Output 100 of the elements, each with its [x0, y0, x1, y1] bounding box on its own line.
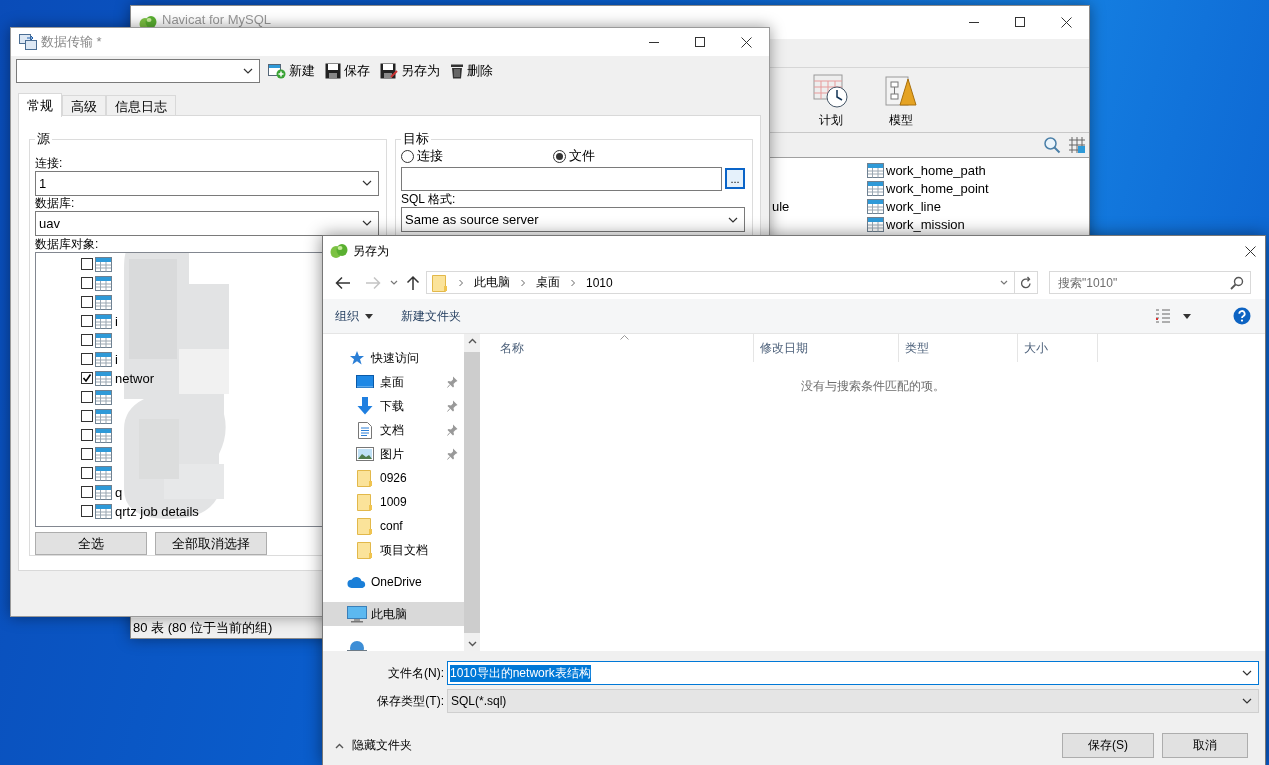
checkbox[interactable] [81, 372, 93, 385]
nav-item[interactable]: OneDrive [323, 570, 464, 594]
checkbox[interactable] [81, 391, 93, 404]
empty-message: 没有与搜索条件匹配的项。 [800, 378, 946, 395]
checkbox[interactable] [81, 486, 93, 499]
checkbox[interactable] [81, 467, 93, 480]
select-button[interactable]: 全部取消选择 [155, 532, 267, 555]
nav-item[interactable]: 项目文档 [323, 538, 464, 562]
pin-icon[interactable] [447, 400, 458, 412]
column-header[interactable]: 修改日期 [754, 334, 899, 362]
column-header[interactable]: 类型 [899, 334, 1018, 362]
file-type-dropdown[interactable]: SQL(*.sql) [447, 689, 1259, 713]
search-field[interactable]: 搜索"1010" [1049, 271, 1251, 294]
format-dropdown[interactable]: Same as source server [401, 207, 745, 232]
grid-view-icon[interactable] [1069, 137, 1085, 153]
nav-item[interactable]: 0926 [323, 466, 464, 490]
table-name[interactable]: networ [115, 370, 155, 386]
pin-icon[interactable] [447, 376, 458, 388]
checkbox[interactable] [81, 505, 93, 518]
caret-up-icon [335, 742, 344, 749]
nav-item[interactable]: 1009 [323, 490, 464, 514]
toolbar-button[interactable]: 新建文件夹 [401, 307, 461, 325]
browse-button[interactable]: ... [725, 168, 745, 189]
search-icon[interactable] [1230, 276, 1244, 290]
close-button[interactable] [1244, 245, 1256, 257]
table-name[interactable]: i [115, 351, 118, 367]
back-arrow-icon[interactable] [335, 275, 351, 290]
checkbox[interactable] [81, 410, 93, 423]
chevron-down-icon[interactable] [1242, 670, 1252, 676]
tab[interactable]: 高级 [62, 95, 106, 117]
caret-icon [365, 313, 373, 319]
pin-icon[interactable] [447, 424, 458, 436]
toolbar-button[interactable]: 计划 [796, 68, 866, 132]
table-icon [95, 503, 112, 519]
maximize-button[interactable] [695, 36, 705, 47]
toolbar-button[interactable]: 保存 [325, 62, 370, 80]
radio-button[interactable] [553, 149, 566, 163]
hide-folders-toggle[interactable]: 隐藏文件夹 [335, 737, 412, 754]
up-arrow-icon[interactable] [406, 274, 420, 291]
toolbar-button[interactable]: 新建 [268, 62, 315, 80]
checkbox[interactable] [81, 296, 93, 309]
database-dropdown[interactable]: uav [35, 210, 379, 236]
save-button[interactable]: 保存(S) [1062, 733, 1154, 758]
checkbox[interactable] [81, 429, 93, 442]
radio-label[interactable]: 连接 [417, 147, 443, 165]
radio-label[interactable]: 文件 [569, 147, 595, 165]
pin-icon[interactable] [447, 448, 458, 460]
refresh-icon[interactable] [1020, 276, 1032, 289]
select-button[interactable]: 全选 [35, 532, 147, 555]
cancel-button[interactable]: 取消 [1162, 733, 1248, 758]
organize-menu[interactable]: 组织 [335, 307, 373, 325]
table-name[interactable]: work_home_path [886, 162, 986, 178]
toolbar-button[interactable]: 删除 [450, 62, 493, 80]
table-name[interactable]: work_mission [886, 216, 965, 232]
table-icon [95, 256, 112, 272]
close-button[interactable] [1060, 17, 1072, 28]
table-name[interactable]: q [115, 484, 123, 500]
nav-item[interactable]: 桌面 [323, 370, 464, 394]
nav-item[interactable]: 下载 [323, 394, 464, 418]
connection-dropdown[interactable]: 1 [35, 171, 379, 196]
desktop-icon [356, 375, 374, 389]
nav-item[interactable]: 文档 [323, 418, 464, 442]
breadcrumb-item[interactable]: 1010 [586, 275, 613, 290]
toolbar-button[interactable]: 另存为 [380, 62, 440, 80]
table-name[interactable]: work_home_point [886, 180, 989, 196]
checkbox[interactable] [81, 334, 93, 347]
checkbox[interactable] [81, 448, 93, 461]
tab[interactable]: 信息日志 [106, 95, 176, 117]
checkbox[interactable] [81, 277, 93, 290]
table-name[interactable]: i [115, 313, 118, 329]
table-name[interactable]: work_line [886, 198, 941, 214]
caret-icon[interactable] [1183, 313, 1191, 319]
table-icon [95, 446, 112, 462]
breadcrumb-item[interactable]: 桌面 [536, 274, 560, 291]
column-header[interactable]: 大小 [1018, 334, 1098, 362]
breadcrumb-item[interactable]: 此电脑 [474, 274, 510, 291]
file-name-field[interactable]: 1010导出的network表结构 [447, 661, 1259, 685]
tab[interactable]: 常规 [18, 93, 62, 117]
nav-item[interactable]: 此电脑 [323, 602, 464, 626]
toolbar-button[interactable]: 模型 [866, 68, 936, 132]
table-name[interactable]: ule [772, 197, 867, 215]
checkbox[interactable] [81, 315, 93, 328]
table-name[interactable]: qrtz job details [115, 503, 199, 519]
close-button[interactable] [740, 36, 752, 48]
help-icon[interactable] [1233, 307, 1251, 325]
radio-button[interactable] [401, 149, 414, 163]
checkbox[interactable] [81, 353, 93, 366]
nav-item[interactable]: conf [323, 514, 464, 538]
maximize-button[interactable] [1015, 17, 1025, 27]
document-icon [358, 421, 372, 439]
nav-item[interactable]: 快速访问 [323, 346, 464, 370]
file-path-field[interactable] [401, 167, 722, 191]
search-icon[interactable] [1043, 136, 1061, 154]
profile-dropdown[interactable] [16, 59, 260, 83]
nav-item[interactable]: 图片 [323, 442, 464, 466]
column-header[interactable]: 名称 [481, 334, 754, 362]
calendar-clock-icon [813, 73, 849, 109]
checkbox[interactable] [81, 258, 93, 271]
table-icon [95, 313, 112, 329]
computer-icon [347, 605, 367, 623]
